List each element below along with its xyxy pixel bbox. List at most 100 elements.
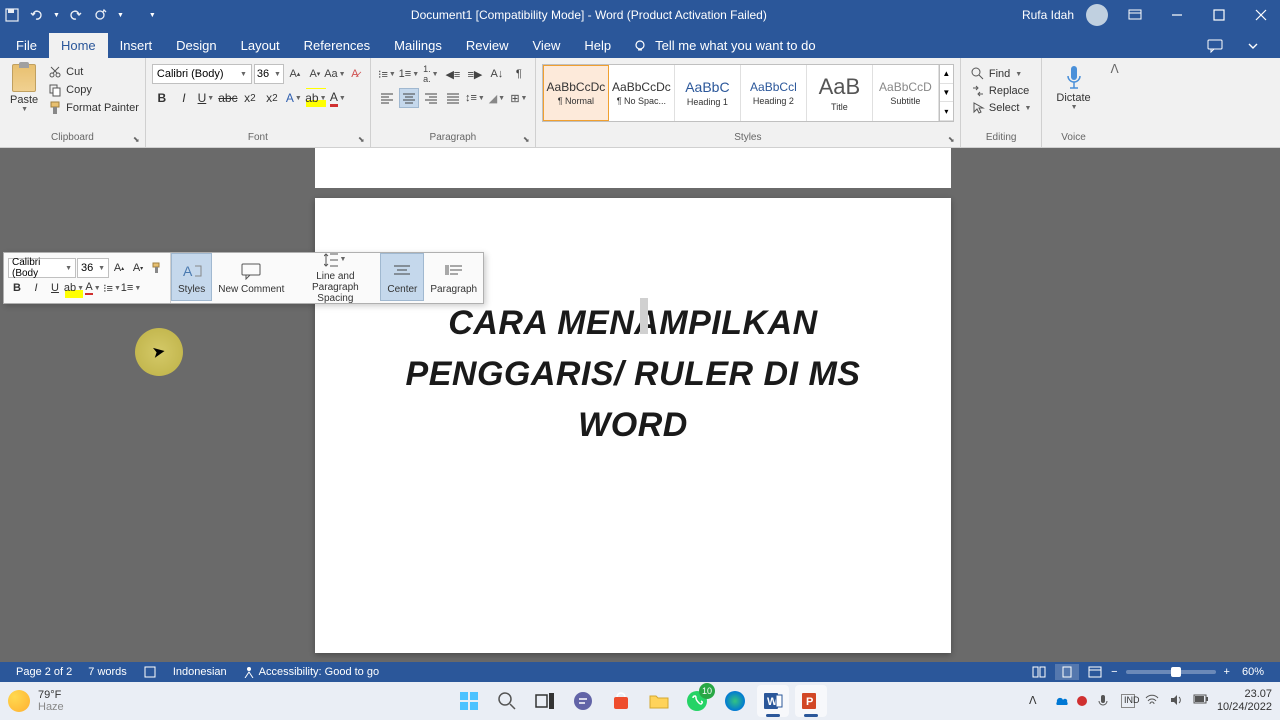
language[interactable]: Indonesian: [165, 666, 235, 678]
grow-font-button[interactable]: A▴: [286, 64, 304, 84]
paste-button[interactable]: Paste ▼: [6, 64, 42, 113]
clipboard-launcher[interactable]: ⬊: [133, 135, 143, 145]
zoom-level[interactable]: 60%: [1234, 666, 1272, 678]
weather-widget[interactable]: 79°F Haze: [8, 689, 64, 713]
clock-date[interactable]: 10/24/2022: [1217, 701, 1272, 714]
bold-button[interactable]: B: [152, 88, 172, 108]
undo-dropdown[interactable]: ▼: [53, 12, 60, 19]
tab-file[interactable]: File: [4, 33, 49, 58]
gallery-down[interactable]: ▼: [940, 84, 953, 103]
style-nospacing[interactable]: AaBbCcDc¶ No Spac...: [609, 65, 675, 121]
tab-layout[interactable]: Layout: [229, 33, 292, 58]
subscript-button[interactable]: x2: [240, 88, 260, 108]
repeat-icon[interactable]: [92, 7, 108, 23]
replace-button[interactable]: Replace: [967, 83, 1036, 99]
language-icon[interactable]: IND: [1121, 694, 1135, 708]
mini-grow-font[interactable]: A▴: [110, 258, 128, 278]
tab-insert[interactable]: Insert: [108, 33, 165, 58]
search-button[interactable]: [491, 685, 523, 717]
font-name-input[interactable]: Calibri (Body)▼: [152, 64, 252, 84]
mini-font-name[interactable]: Calibri (Body▼: [8, 258, 76, 278]
print-layout-button[interactable]: [1055, 664, 1079, 680]
underline-button[interactable]: U▼: [196, 88, 216, 108]
clock-time[interactable]: 23.07: [1217, 688, 1272, 701]
page-count[interactable]: Page 2 of 2: [8, 666, 80, 678]
powerpoint-app[interactable]: P: [795, 685, 827, 717]
style-subtitle[interactable]: AaBbCcDSubtitle: [873, 65, 939, 121]
tab-mailings[interactable]: Mailings: [382, 33, 454, 58]
task-view-button[interactable]: [529, 685, 561, 717]
mini-numbering[interactable]: 1≡▼: [122, 278, 140, 298]
repeat-dropdown[interactable]: ▼: [117, 12, 124, 19]
borders-button[interactable]: ⊞▼: [509, 88, 529, 108]
maximize-button[interactable]: [1204, 3, 1234, 27]
minimize-button[interactable]: [1162, 3, 1192, 27]
mini-shrink-font[interactable]: A▾: [129, 258, 147, 278]
redo-icon[interactable]: [68, 7, 84, 23]
collapse-ribbon-icon[interactable]: [1238, 34, 1268, 58]
decrease-indent-button[interactable]: ◀≡: [443, 64, 463, 84]
save-icon[interactable]: [4, 7, 20, 23]
start-button[interactable]: [453, 685, 485, 717]
tab-home[interactable]: Home: [49, 33, 108, 58]
clear-format-button[interactable]: A̷: [346, 64, 364, 84]
font-size-input[interactable]: 36▼: [254, 64, 284, 84]
zoom-out[interactable]: −: [1111, 666, 1117, 678]
mini-bullets[interactable]: ⁝≡▼: [103, 278, 121, 298]
font-color-button[interactable]: A▼: [328, 88, 348, 108]
dictate-button[interactable]: Dictate ▼: [1048, 60, 1098, 115]
shading-button[interactable]: ◢▼: [487, 88, 507, 108]
sort-button[interactable]: A↓: [487, 64, 507, 84]
chat-app[interactable]: [567, 685, 599, 717]
onedrive-icon[interactable]: [1053, 694, 1067, 708]
zoom-in[interactable]: +: [1224, 666, 1230, 678]
increase-indent-button[interactable]: ≡▶: [465, 64, 485, 84]
mini-format-painter[interactable]: [148, 258, 166, 278]
text-effects-button[interactable]: A▼: [284, 88, 304, 108]
mini-font-size[interactable]: 36▼: [77, 258, 109, 278]
shrink-font-button[interactable]: A▾: [306, 64, 324, 84]
cut-button[interactable]: Cut: [48, 64, 139, 80]
tab-review[interactable]: Review: [454, 33, 521, 58]
word-count[interactable]: 7 words: [80, 666, 135, 678]
show-marks-button[interactable]: ¶: [509, 64, 529, 84]
gallery-more[interactable]: ▾: [940, 102, 953, 121]
mini-bold[interactable]: B: [8, 278, 26, 298]
edge-browser[interactable]: [719, 685, 751, 717]
tab-view[interactable]: View: [520, 33, 572, 58]
ribbon-display-icon[interactable]: [1120, 3, 1150, 27]
highlight-button[interactable]: ab▼: [306, 88, 326, 108]
comments-icon[interactable]: [1200, 34, 1230, 58]
tab-references[interactable]: References: [292, 33, 382, 58]
mini-italic[interactable]: I: [27, 278, 45, 298]
mini-font-color[interactable]: A▼: [84, 278, 102, 298]
multilevel-button[interactable]: 1.a.▼: [421, 64, 441, 84]
format-painter-button[interactable]: Format Painter: [48, 100, 139, 116]
style-heading1[interactable]: AaBbCHeading 1: [675, 65, 741, 121]
mini-center[interactable]: Center: [380, 253, 424, 301]
style-title[interactable]: AaBTitle: [807, 65, 873, 121]
volume-icon[interactable]: [1169, 694, 1183, 708]
tell-me-search[interactable]: Tell me what you want to do: [623, 33, 825, 58]
close-button[interactable]: [1246, 3, 1276, 27]
align-center-button[interactable]: [399, 88, 419, 108]
mini-underline[interactable]: U: [46, 278, 64, 298]
align-left-button[interactable]: [377, 88, 397, 108]
accessibility[interactable]: Accessibility: Good to go: [235, 666, 387, 678]
shopping-app[interactable]: [605, 685, 637, 717]
document-text[interactable]: CARA MENAMPILKAN PENGGARIS/ RULER DI MS …: [375, 298, 891, 451]
chevron-up-icon[interactable]: ᐱ: [1029, 694, 1043, 708]
mini-styles[interactable]: A Styles: [171, 253, 212, 301]
word-app[interactable]: W: [757, 685, 789, 717]
select-button[interactable]: Select▼: [967, 100, 1036, 116]
line-spacing-button[interactable]: ↕≡▼: [465, 88, 485, 108]
spell-check-icon[interactable]: [135, 665, 165, 679]
bullets-button[interactable]: ⁝≡▼: [377, 64, 397, 84]
numbering-button[interactable]: 1≡▼: [399, 64, 419, 84]
web-layout-button[interactable]: [1083, 664, 1107, 680]
paragraph-launcher[interactable]: ⬊: [523, 135, 533, 145]
align-right-button[interactable]: [421, 88, 441, 108]
qat-customize[interactable]: ▼: [149, 12, 156, 19]
zoom-slider[interactable]: [1126, 670, 1216, 674]
collapse-ribbon-button[interactable]: ᐱ: [1111, 62, 1119, 76]
